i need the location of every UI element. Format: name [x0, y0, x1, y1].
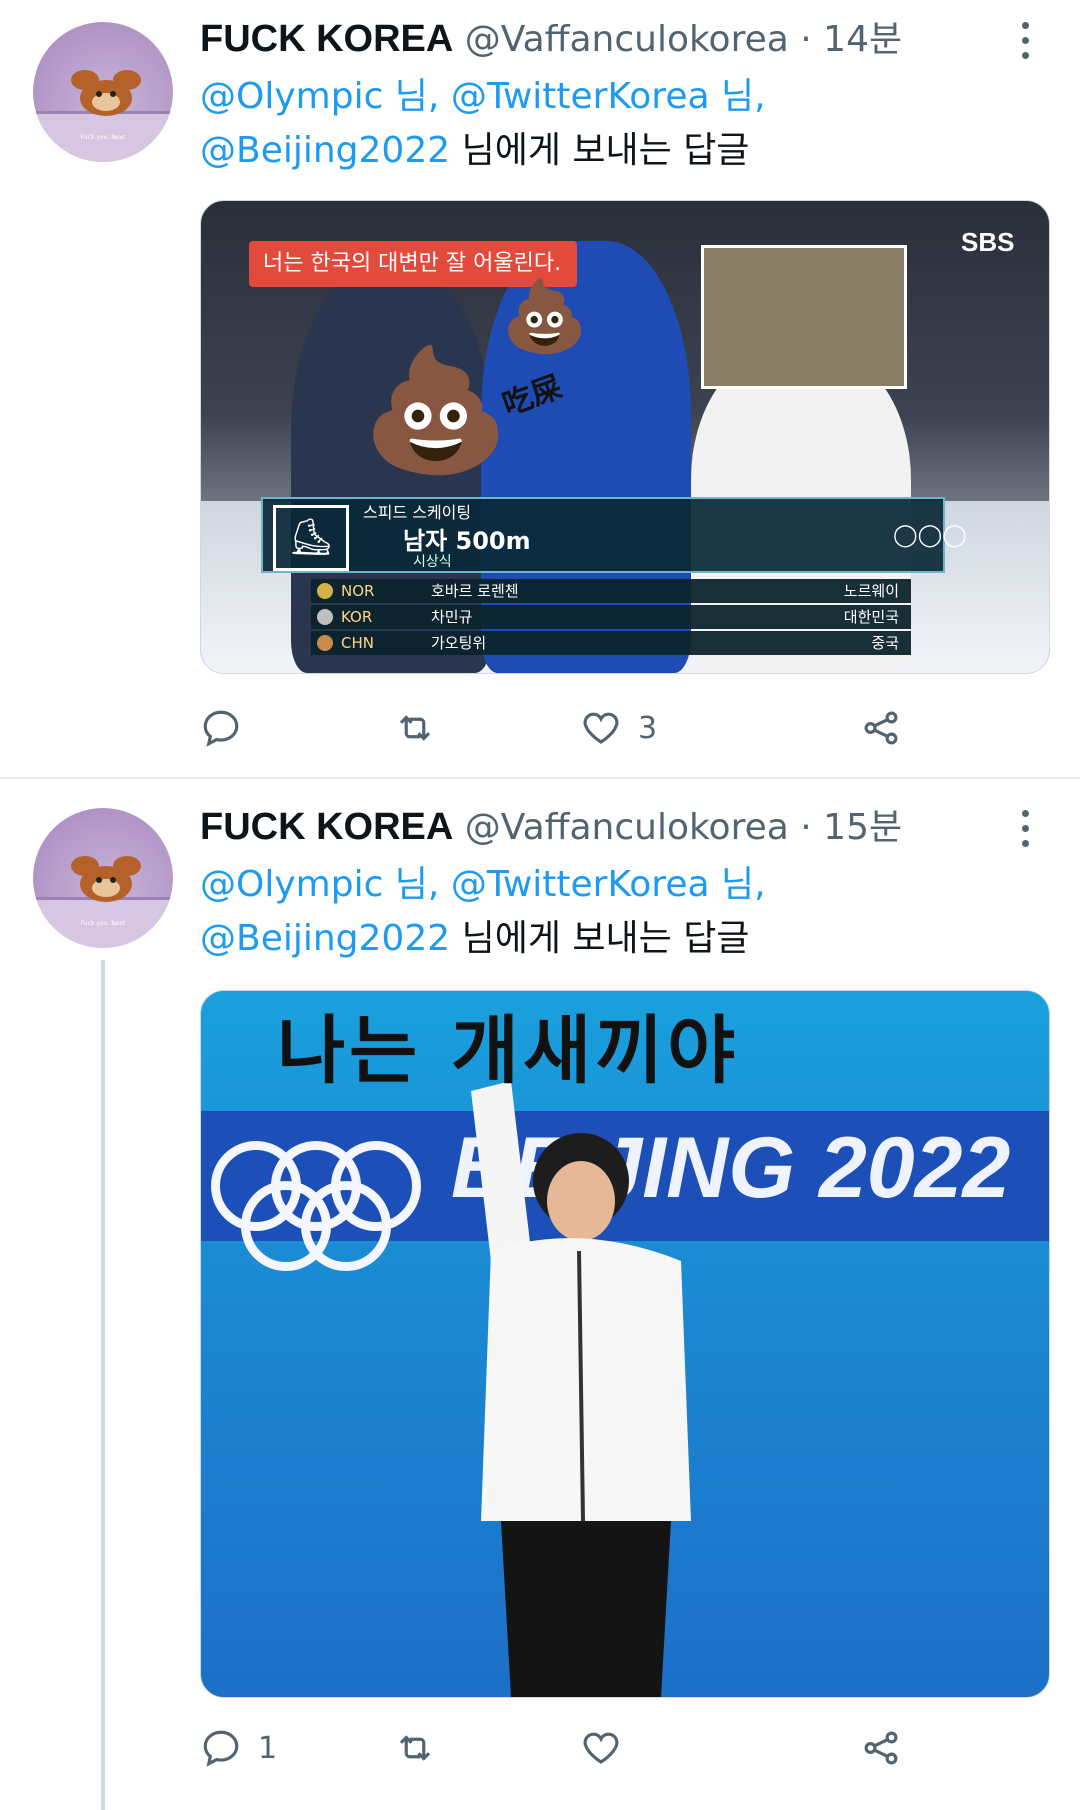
mention-twitterkorea[interactable]: @TwitterKorea	[451, 76, 710, 117]
reply-suffix: 님에게 보내는 답글	[450, 918, 750, 959]
retweet-button[interactable]	[394, 698, 452, 758]
display-name[interactable]: FUCK KOREA	[200, 806, 453, 848]
tweet[interactable]: Fuck you. Next FUCK KOREA @Vaffanculokor…	[0, 780, 1080, 1810]
media-image[interactable]: 너는 한국의 대변만 잘 어울린다. 💩 💩 吃屎 SBS ⛸ 스피드 스케이팅…	[200, 200, 1050, 674]
tweet-time[interactable]: 14분	[823, 19, 902, 60]
mention-suffix: 님,	[709, 76, 766, 117]
reply-context: @Olympic 님, @TwitterKorea 님, @Beijing202…	[200, 70, 1040, 178]
olympic-ring-icon	[301, 1181, 391, 1271]
avatar-caption: Fuck you. Next	[80, 134, 126, 141]
inset-video	[701, 245, 907, 389]
share-icon	[864, 1731, 898, 1765]
mention-suffix: 님,	[383, 76, 451, 117]
athlete-name: 차민규	[431, 608, 473, 626]
reply-button[interactable]	[200, 698, 258, 758]
retweet-icon	[399, 1735, 431, 1761]
sport-label: 스피드 스케이팅	[363, 503, 472, 522]
olympic-rings-icon: ◯◯◯	[893, 523, 967, 548]
more-icon[interactable]	[1010, 14, 1040, 64]
cat-illustration	[71, 70, 141, 116]
display-name[interactable]: FUCK KOREA	[200, 18, 453, 60]
share-button[interactable]	[860, 1718, 902, 1778]
like-button[interactable]	[580, 1718, 638, 1778]
mention-suffix: 님,	[383, 864, 451, 905]
athlete-name: 가오팅위	[431, 634, 487, 652]
tweet-divider	[0, 777, 1080, 779]
ceremony-label: 시상식	[413, 554, 452, 570]
thread-line	[101, 960, 105, 1810]
poop-sticker-icon: 💩	[501, 275, 589, 357]
share-icon	[864, 711, 898, 745]
country-code: CHN	[341, 634, 374, 652]
like-icon	[583, 712, 619, 744]
tweet-header: FUCK KOREA @Vaffanculokorea · 14분	[200, 14, 902, 64]
country-code: KOR	[341, 608, 373, 626]
silver-medal-icon	[317, 609, 333, 625]
avatar-caption: Fuck you. Next	[80, 920, 126, 927]
country-name: 중국	[871, 634, 899, 652]
mention-twitterkorea[interactable]: @TwitterKorea	[451, 864, 710, 905]
user-handle[interactable]: @Vaffanculokorea	[465, 807, 789, 848]
cat-illustration	[71, 856, 141, 902]
broadcaster-logo: SBS	[961, 227, 1015, 257]
reply-icon	[203, 1730, 239, 1767]
result-row: NOR 호바르 로렌첸 노르웨이	[311, 579, 911, 603]
separator-dot: ·	[800, 19, 812, 60]
mention-olympic[interactable]: @Olympic	[200, 76, 383, 117]
mention-beijing2022[interactable]: @Beijing2022	[200, 130, 450, 171]
separator-dot: ·	[800, 807, 812, 848]
reply-suffix: 님에게 보내는 답글	[450, 130, 750, 171]
gold-medal-icon	[317, 583, 333, 599]
share-button[interactable]	[860, 698, 902, 758]
country-code: NOR	[341, 582, 375, 600]
skater-icon: ⛸	[273, 505, 349, 571]
country-name: 노르웨이	[843, 582, 899, 600]
mention-suffix: 님,	[709, 864, 766, 905]
tweet[interactable]: Fuck you. Next FUCK KOREA @Vaffanculokor…	[0, 0, 1080, 778]
scoreboard: ⛸ 스피드 스케이팅 남자 500m 시상식 ◯◯◯ NOR 호바르 로렌첸 노…	[261, 497, 967, 655]
mention-olympic[interactable]: @Olympic	[200, 864, 383, 905]
like-count: 3	[638, 710, 658, 746]
reply-button[interactable]: 1	[200, 1718, 277, 1778]
like-icon	[583, 1732, 619, 1764]
tweet-time[interactable]: 15분	[823, 807, 902, 848]
reply-context: @Olympic 님, @TwitterKorea 님, @Beijing202…	[200, 858, 1040, 966]
result-row: KOR 차민규 대한민국	[311, 605, 911, 629]
reply-icon	[203, 710, 239, 747]
tweet-actions: 3	[200, 698, 1040, 758]
reply-count: 1	[258, 1730, 278, 1766]
avatar[interactable]: Fuck you. Next	[33, 22, 173, 162]
avatar[interactable]: Fuck you. Next	[33, 808, 173, 948]
media-image[interactable]: BEIJING 2022 나는 개새끼야	[200, 990, 1050, 1698]
athlete-name: 호바르 로렌첸	[431, 582, 519, 600]
tweet-actions: 1	[200, 1718, 1040, 1778]
like-button[interactable]: 3	[580, 698, 657, 758]
retweet-button[interactable]	[394, 1718, 452, 1778]
user-handle[interactable]: @Vaffanculokorea	[465, 19, 789, 60]
retweet-icon	[399, 715, 431, 741]
athlete-figure	[471, 1081, 691, 1697]
country-name: 대한민국	[843, 608, 899, 626]
mention-beijing2022[interactable]: @Beijing2022	[200, 918, 450, 959]
bronze-medal-icon	[317, 635, 333, 651]
more-icon[interactable]	[1010, 802, 1040, 852]
media-overlay-text: 나는 개새끼야	[277, 1008, 740, 1094]
result-row: CHN 가오팅위 중국	[311, 631, 911, 655]
poop-emoji-icon: 💩	[361, 341, 511, 480]
tweet-header: FUCK KOREA @Vaffanculokorea · 15분	[200, 802, 902, 852]
scoreboard-header: ⛸ 스피드 스케이팅 남자 500m 시상식 ◯◯◯	[261, 497, 967, 573]
